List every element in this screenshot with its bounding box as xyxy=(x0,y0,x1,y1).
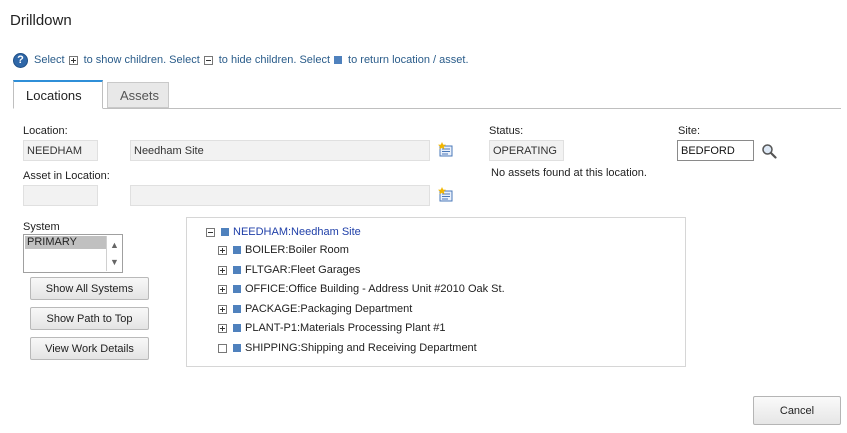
tab-locations[interactable]: Locations xyxy=(13,80,103,109)
hint-show-children: to show children. Select xyxy=(83,54,200,66)
node-square-icon[interactable] xyxy=(233,305,241,313)
scroll-down-icon[interactable]: ▼ xyxy=(107,253,122,270)
system-option-selected[interactable]: PRIMARY xyxy=(25,236,106,249)
tree-node-label[interactable]: NEEDHAM:Needham Site xyxy=(233,226,361,238)
node-square-icon[interactable] xyxy=(221,228,229,236)
location-code-field[interactable]: NEEDHAM xyxy=(23,140,98,161)
asset-lookup-icon[interactable] xyxy=(438,187,455,203)
tree-node[interactable]: SHIPPING:Shipping and Receiving Departme… xyxy=(218,341,477,355)
site-search-icon[interactable] xyxy=(761,143,777,159)
status-field: OPERATING xyxy=(489,140,564,161)
tree-node[interactable]: FLTGAR:Fleet Garages xyxy=(218,263,360,277)
site-label: Site: xyxy=(678,125,701,137)
expand-icon[interactable] xyxy=(218,265,227,275)
cancel-button[interactable]: Cancel xyxy=(753,396,841,425)
leaf-box-icon xyxy=(218,343,227,353)
node-square-icon[interactable] xyxy=(233,324,241,332)
tree-node-label[interactable]: FLTGAR:Fleet Garages xyxy=(245,264,360,276)
help-icon[interactable]: ? xyxy=(13,52,28,68)
expand-icon[interactable] xyxy=(218,323,227,333)
window-title: Drilldown xyxy=(10,12,72,29)
asset-code-field[interactable] xyxy=(23,185,98,206)
site-field[interactable]: BEDFORD xyxy=(677,140,754,161)
expand-icon[interactable] xyxy=(218,304,227,314)
minus-box-icon xyxy=(203,55,213,65)
node-square-icon[interactable] xyxy=(233,285,241,293)
expand-icon[interactable] xyxy=(218,245,227,255)
system-scrollbar[interactable]: ▲ ▼ xyxy=(106,236,121,271)
status-label: Status: xyxy=(489,125,524,137)
location-label: Location: xyxy=(23,125,68,137)
tree-node-label[interactable]: PACKAGE:Packaging Department xyxy=(245,303,412,315)
node-square-icon[interactable] xyxy=(233,266,241,274)
location-lookup-icon[interactable] xyxy=(438,142,455,158)
plus-box-icon xyxy=(68,55,78,65)
tree-node-label[interactable]: PLANT-P1:Materials Processing Plant #1 xyxy=(245,322,446,334)
tree-node[interactable]: PACKAGE:Packaging Department xyxy=(218,302,412,316)
tab-bar: Locations Assets xyxy=(13,80,841,109)
system-label: System xyxy=(23,221,60,233)
location-tree: NEEDHAM:Needham Site BOILER:Boiler Room … xyxy=(186,217,686,367)
scroll-up-icon[interactable]: ▲ xyxy=(107,236,122,253)
node-square-icon[interactable] xyxy=(233,344,241,352)
collapse-icon[interactable] xyxy=(206,227,215,237)
view-work-details-button[interactable]: View Work Details xyxy=(30,337,149,360)
show-all-systems-button[interactable]: Show All Systems xyxy=(30,277,149,300)
tree-node-label[interactable]: OFFICE:Office Building - Address Unit #2… xyxy=(245,283,505,295)
tab-assets[interactable]: Assets xyxy=(107,82,169,108)
tree-node-label[interactable]: SHIPPING:Shipping and Receiving Departme… xyxy=(245,342,477,354)
hint-hide-children: to hide children. Select xyxy=(218,54,331,66)
tree-node[interactable]: PLANT-P1:Materials Processing Plant #1 xyxy=(218,321,446,335)
system-listbox[interactable]: PRIMARY ▲ ▼ xyxy=(23,234,123,273)
location-desc-field[interactable]: Needham Site xyxy=(130,140,430,161)
node-square-icon[interactable] xyxy=(233,246,241,254)
asset-desc-field[interactable] xyxy=(130,185,430,206)
expand-icon[interactable] xyxy=(218,284,227,294)
tree-node-root[interactable]: NEEDHAM:Needham Site xyxy=(206,225,361,239)
return-square-icon xyxy=(334,56,343,64)
tree-node[interactable]: BOILER:Boiler Room xyxy=(218,243,349,257)
tree-node-label[interactable]: BOILER:Boiler Room xyxy=(245,244,349,256)
show-path-to-top-button[interactable]: Show Path to Top xyxy=(30,307,149,330)
hint-select-1: Select xyxy=(34,54,65,66)
hint-return: to return location / asset. xyxy=(348,54,469,66)
hint-bar: ? Select to show children. Select to hid… xyxy=(13,52,469,68)
no-assets-message: No assets found at this location. xyxy=(491,167,647,179)
asset-label: Asset in Location: xyxy=(23,170,110,182)
tree-node[interactable]: OFFICE:Office Building - Address Unit #2… xyxy=(218,282,505,296)
